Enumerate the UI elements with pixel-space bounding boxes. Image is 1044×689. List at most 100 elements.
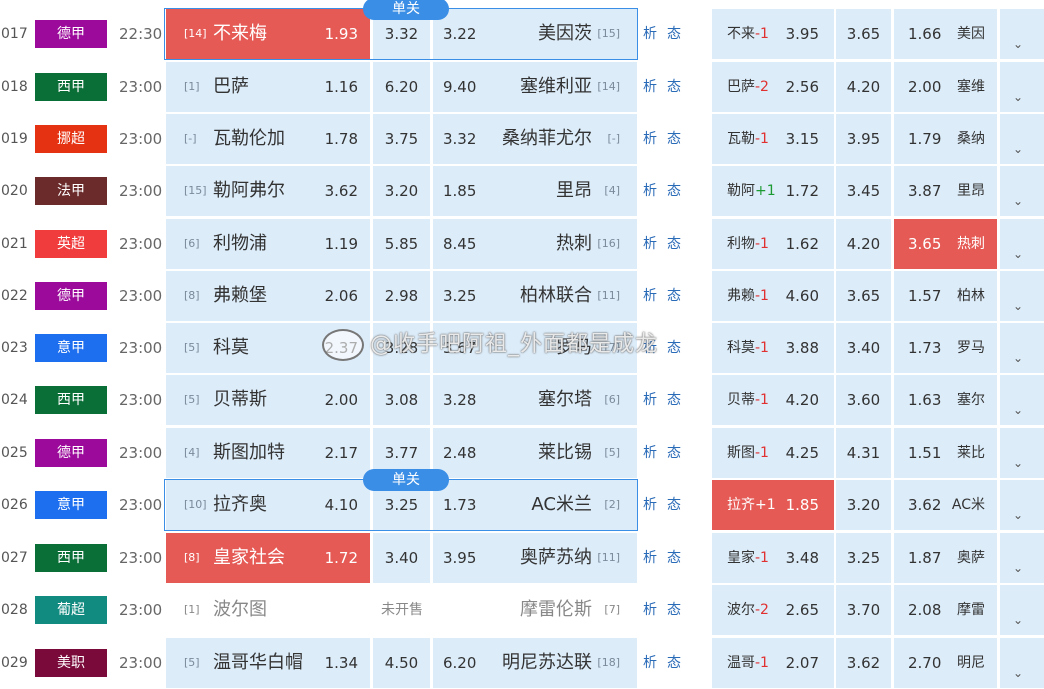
handicap-home-cell[interactable]: 巴萨-2 2.56 [712,62,834,112]
away-win-cell[interactable]: 9.40 塞维利亚 [14] [433,62,637,112]
chevron-down-icon[interactable]: ⌄ [1013,142,1023,156]
handicap-home-cell[interactable]: 拉齐+1 1.85 [712,480,834,530]
draw-cell[interactable]: 4.50 [373,638,430,688]
handicap-home-cell[interactable]: 皇家-1 3.48 [712,533,834,583]
trend-link[interactable]: 态 [667,602,681,618]
chevron-down-icon[interactable]: ⌄ [1013,351,1023,365]
expand-cell[interactable]: ⌄ [1000,375,1044,425]
chevron-down-icon[interactable]: ⌄ [1013,508,1023,522]
chevron-down-icon[interactable]: ⌄ [1013,90,1023,104]
chevron-down-icon[interactable]: ⌄ [1013,666,1023,680]
expand-cell[interactable]: ⌄ [1000,533,1044,583]
analysis-link[interactable]: 析 [643,236,657,252]
away-win-cell[interactable]: 2.48 莱比锡 [5] [433,428,637,478]
handicap-away-cell[interactable]: 3.62 AC米 [894,480,997,530]
trend-link[interactable]: 态 [667,131,681,147]
chevron-down-icon[interactable]: ⌄ [1013,613,1023,627]
league-badge[interactable]: 德甲 [35,439,107,467]
handicap-home-cell[interactable]: 不来-1 3.95 [712,9,834,59]
draw-cell[interactable]: 3.20 [373,166,430,216]
league-badge[interactable]: 美职 [35,649,107,677]
analysis-link[interactable]: 析 [643,183,657,199]
handicap-home-cell[interactable]: 利物-1 1.62 [712,219,834,269]
chevron-down-icon[interactable]: ⌄ [1013,299,1023,313]
league-badge[interactable]: 德甲 [35,20,107,48]
handicap-away-cell[interactable]: 2.70 明尼 [894,638,997,688]
expand-cell[interactable]: ⌄ [1000,638,1044,688]
chevron-down-icon[interactable]: ⌄ [1013,194,1023,208]
handicap-home-cell[interactable]: 瓦勒-1 3.15 [712,114,834,164]
league-badge[interactable]: 意甲 [35,491,107,519]
expand-cell[interactable]: ⌄ [1000,62,1044,112]
home-win-cell[interactable]: [6] 利物浦 1.19 [166,219,370,269]
handicap-draw-cell[interactable]: 4.20 [836,62,891,112]
handicap-draw-cell[interactable]: 3.45 [836,166,891,216]
chevron-down-icon[interactable]: ⌄ [1013,403,1023,417]
handicap-draw-cell[interactable]: 3.95 [836,114,891,164]
analysis-link[interactable]: 析 [643,602,657,618]
home-win-cell[interactable]: [8] 皇家社会 1.72 [166,533,370,583]
expand-cell[interactable]: ⌄ [1000,323,1044,373]
handicap-home-cell[interactable]: 贝蒂-1 4.20 [712,375,834,425]
expand-cell[interactable]: ⌄ [1000,271,1044,321]
league-badge[interactable]: 葡超 [35,596,107,624]
trend-link[interactable]: 态 [667,445,681,461]
analysis-link[interactable]: 析 [643,497,657,513]
draw-cell[interactable]: 3.75 [373,114,430,164]
handicap-away-cell[interactable]: 2.08 摩雷 [894,585,997,635]
trend-link[interactable]: 态 [667,497,681,513]
expand-cell[interactable]: ⌄ [1000,114,1044,164]
handicap-draw-cell[interactable]: 3.25 [836,533,891,583]
away-win-cell[interactable]: 1.85 里昂 [4] [433,166,637,216]
away-win-cell[interactable]: 6.20 明尼苏达联 [18] [433,638,637,688]
analysis-link[interactable]: 析 [643,655,657,671]
handicap-away-cell[interactable]: 2.00 塞维 [894,62,997,112]
chevron-down-icon[interactable]: ⌄ [1013,37,1023,51]
league-badge[interactable]: 意甲 [35,334,107,362]
expand-cell[interactable]: ⌄ [1000,480,1044,530]
away-win-cell[interactable]: 3.32 桑纳菲尤尔 [-] [433,114,637,164]
away-win-cell[interactable]: 3.28 塞尔塔 [6] [433,375,637,425]
handicap-home-cell[interactable]: 斯图-1 4.25 [712,428,834,478]
league-badge[interactable]: 挪超 [35,125,107,153]
chevron-down-icon[interactable]: ⌄ [1013,456,1023,470]
trend-link[interactable]: 态 [667,79,681,95]
expand-cell[interactable]: ⌄ [1000,428,1044,478]
home-win-cell[interactable]: [5] 贝蒂斯 2.00 [166,375,370,425]
handicap-draw-cell[interactable]: 4.31 [836,428,891,478]
handicap-draw-cell[interactable]: 3.65 [836,271,891,321]
handicap-draw-cell[interactable]: 3.40 [836,323,891,373]
draw-cell[interactable]: 3.08 [373,375,430,425]
home-win-cell[interactable]: [5] 温哥华白帽 1.34 [166,638,370,688]
handicap-draw-cell[interactable]: 3.60 [836,375,891,425]
handicap-away-cell[interactable]: 1.66 美因 [894,9,997,59]
expand-cell[interactable]: ⌄ [1000,9,1044,59]
expand-cell[interactable]: ⌄ [1000,585,1044,635]
league-badge[interactable]: 西甲 [35,73,107,101]
handicap-draw-cell[interactable]: 3.62 [836,638,891,688]
home-win-cell[interactable]: [15] 勒阿弗尔 3.62 [166,166,370,216]
home-win-cell[interactable]: [1] 巴萨 1.16 [166,62,370,112]
chevron-down-icon[interactable]: ⌄ [1013,561,1023,575]
home-win-cell[interactable]: [-] 瓦勒伦加 1.78 [166,114,370,164]
trend-link[interactable]: 态 [667,288,681,304]
draw-cell[interactable]: 3.40 [373,533,430,583]
trend-link[interactable]: 态 [667,655,681,671]
analysis-link[interactable]: 析 [643,445,657,461]
home-win-cell[interactable]: [4] 斯图加特 2.17 [166,428,370,478]
league-badge[interactable]: 英超 [35,230,107,258]
analysis-link[interactable]: 析 [643,288,657,304]
league-badge[interactable]: 西甲 [35,386,107,414]
handicap-away-cell[interactable]: 1.79 桑纳 [894,114,997,164]
analysis-link[interactable]: 析 [643,550,657,566]
draw-cell[interactable]: 5.85 [373,219,430,269]
handicap-away-cell[interactable]: 1.87 奥萨 [894,533,997,583]
chevron-down-icon[interactable]: ⌄ [1013,247,1023,261]
handicap-home-cell[interactable]: 勒阿+1 1.72 [712,166,834,216]
trend-link[interactable]: 态 [667,550,681,566]
handicap-away-cell[interactable]: 3.65 热刺 [894,219,997,269]
league-badge[interactable]: 西甲 [35,544,107,572]
draw-cell[interactable]: 6.20 [373,62,430,112]
expand-cell[interactable]: ⌄ [1000,166,1044,216]
analysis-link[interactable]: 析 [643,392,657,408]
